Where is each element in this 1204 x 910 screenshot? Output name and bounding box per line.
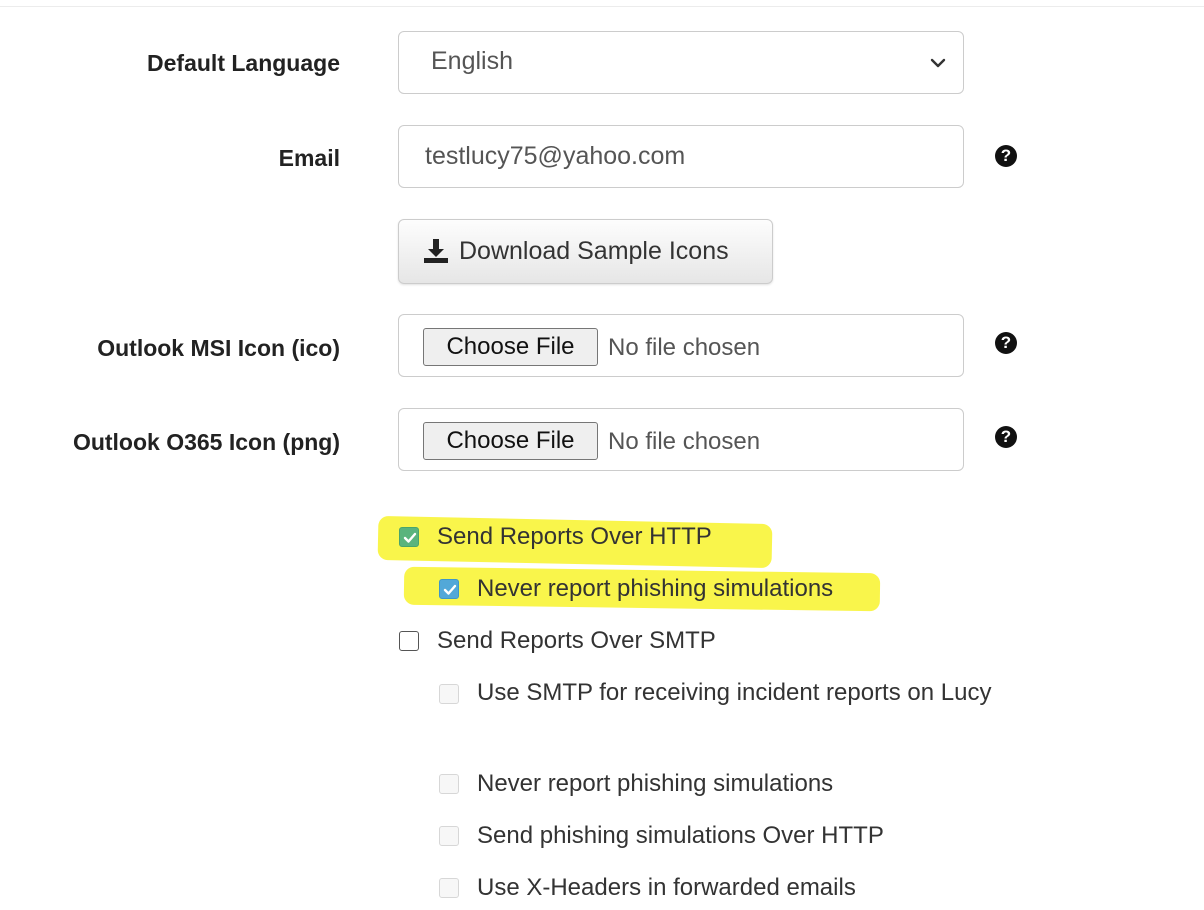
checkbox-disabled[interactable] [439, 774, 459, 794]
checkbox-label: Send Reports Over SMTP [437, 627, 716, 654]
file-status-text: No file chosen [608, 428, 761, 455]
checkbox-label: Send Reports Over HTTP [437, 523, 712, 550]
email-value: testlucy75@yahoo.com [425, 142, 686, 170]
default-language-select[interactable]: English [398, 31, 964, 94]
download-icon [424, 239, 448, 263]
download-sample-icons-button[interactable]: Download Sample Icons [398, 219, 773, 284]
choose-file-button[interactable]: Choose File [423, 328, 598, 366]
default-language-value: English [431, 47, 513, 75]
checkbox-label: Never report phishing simulations [477, 770, 834, 797]
outlook-msi-file-input[interactable]: Choose File No file chosen [398, 314, 964, 377]
checkbox-checked[interactable] [439, 579, 459, 599]
email-label: Email [278, 145, 340, 171]
checkbox-unchecked[interactable] [399, 631, 419, 651]
choose-file-button[interactable]: Choose File [423, 422, 598, 460]
email-field[interactable]: testlucy75@yahoo.com [398, 125, 964, 188]
checkbox-label: Never report phishing simulations [477, 575, 834, 602]
checkbox-disabled[interactable] [439, 684, 459, 704]
outlook-msi-icon-label: Outlook MSI Icon (ico) [97, 335, 340, 361]
checkbox-disabled[interactable] [439, 826, 459, 846]
top-divider [0, 6, 1204, 7]
outlook-o365-icon-label: Outlook O365 Icon (png) [72, 429, 340, 455]
checkbox-checked[interactable] [399, 527, 419, 547]
question-circle-icon[interactable]: ? [995, 426, 1017, 448]
default-language-label: Default Language [147, 50, 340, 76]
checkbox-label: Send phishing simulations Over HTTP [477, 822, 884, 849]
question-circle-icon[interactable]: ? [995, 145, 1017, 167]
checkbox-label: Use SMTP for receiving incident reports … [477, 679, 992, 706]
download-button-label: Download Sample Icons [459, 237, 729, 265]
checkbox-label: Use X-Headers in forwarded emails [477, 874, 856, 901]
question-circle-icon[interactable]: ? [995, 332, 1017, 354]
chevron-down-icon [930, 58, 946, 68]
outlook-o365-file-input[interactable]: Choose File No file chosen [398, 408, 964, 471]
file-status-text: No file chosen [608, 334, 761, 361]
checkbox-disabled[interactable] [439, 878, 459, 898]
